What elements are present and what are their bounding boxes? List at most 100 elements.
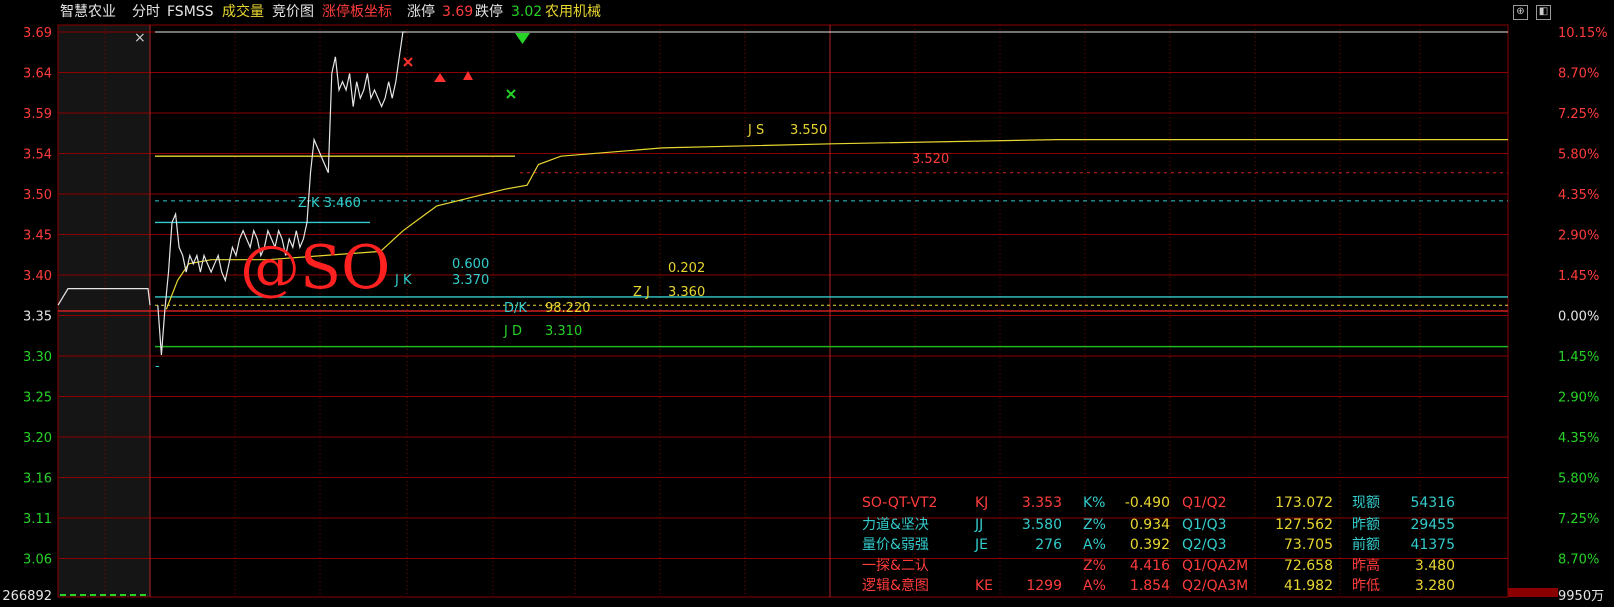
stats-cell: 173.072 [1275,495,1333,511]
stats-cell: KJ [975,495,988,511]
y-tick-left: 3.16 [23,472,52,487]
volume-bar [140,594,146,596]
y-tick-left: 3.45 [23,229,52,244]
stats-cell: 4.416 [1130,558,1170,574]
stats-cell: Q1/Q3 [1182,517,1227,533]
small-tick: - [155,359,160,374]
stats-cell: 72.658 [1284,558,1333,574]
stats-cell: 1299 [1026,578,1062,594]
y-tick-right: 0.00% [1558,310,1599,325]
restore-icon[interactable]: ⊕ [1513,5,1528,20]
y-tick-left: 3.35 [23,310,52,325]
limit-up-value: 3.69 [442,4,474,20]
stats-cell: 73.705 [1284,537,1333,553]
volume-strip [1508,588,1558,597]
green-marker-x [506,89,516,99]
stats-cell: 昨额 [1352,517,1380,533]
y-tick-left: 3.59 [23,107,52,122]
stats-cell: KE [975,578,993,594]
stats-cell: 量价&弱强 [862,537,929,553]
stats-cell: 前额 [1352,536,1380,553]
js-value: 3.550 [790,123,827,138]
y-tick-left: 3.54 [23,148,52,163]
stats-cell: 3.480 [1415,558,1455,574]
jd-label: J D [503,324,522,339]
y-tick-right: 8.70% [1558,67,1599,82]
y-tick-left: 3.30 [23,350,52,365]
stats-cell: 127.562 [1275,517,1333,533]
stats-cell: K% [1083,495,1105,511]
jk-value: 3.370 [452,273,489,288]
stats-cell: JJ [974,517,983,533]
buy-marker-triangle [434,73,446,82]
y-tick-right: 5.80% [1558,472,1599,487]
stats-cell: 逻辑&意图 [862,577,929,594]
level-3520-label: 3.520 [912,152,949,167]
limit-down-triangle [515,33,530,44]
stats-cell: A% [1083,537,1106,553]
sell-marker-x [403,57,413,67]
y-tick-right: 4.35% [1558,431,1599,446]
chart-header: 智慧农业 分时 FSMSS 成交量 竞价图 涨停板坐标 涨停 3.69 跌停 3… [0,0,1614,25]
zj-value: 3.360 [668,285,705,300]
stats-cell: 276 [1035,537,1062,553]
mode-label[interactable]: 分时 [132,0,160,25]
dk-label: D/K [504,301,527,316]
y-tick-right: 2.90% [1558,229,1599,244]
volume-axis-label: 266892 [2,589,52,604]
stats-cell: 1.854 [1130,578,1170,594]
stats-cell: 一探&二认 [862,558,929,574]
limit-up-label: 涨停 [407,4,435,20]
zj-top-value: 0.202 [668,261,705,276]
y-tick-right: 8.70% [1558,553,1599,568]
y-tick-right: 10.15% [1558,26,1608,41]
y-tick-left: 3.40 [23,269,52,284]
watermark-text: @SO [240,233,390,303]
y-tick-right: 7.25% [1558,107,1599,122]
stats-cell: 3.280 [1415,578,1455,594]
y-tick-left: 3.64 [23,67,52,82]
auction-label[interactable]: 竞价图 [272,0,314,25]
stock-name[interactable]: 智慧农业 [60,0,116,25]
stats-cell: 0.392 [1130,537,1170,553]
price-line [157,31,407,355]
y-tick-left: 3.06 [23,553,52,568]
intraday-chart[interactable]: 3.69 3.64 3.59 3.54 3.50 3.45 3.40 3.35 3.30 3.25… [0,0,1614,607]
stats-cell: 54316 [1410,495,1455,511]
maximize-icon[interactable]: ◧ [1536,5,1551,20]
stats-cell: SO-QT-VT2 [862,495,937,511]
sector-label[interactable]: 农用机械 [545,0,601,25]
stats-cell: JE [974,537,988,553]
y-tick-right: 7.25% [1558,512,1599,527]
jd-value: 3.310 [545,324,582,339]
y-tick-left: 3.69 [23,26,52,41]
volume-bar [100,594,106,596]
volume-bar [70,594,76,596]
volume-bar [130,594,136,596]
volume-bar [90,594,96,596]
indicator-label[interactable]: FSMSS [167,0,214,25]
js-label: J S [747,123,764,138]
stats-cell: -0.490 [1125,495,1170,511]
stats-cell: Q1/QA2M [1182,558,1248,574]
volume-label[interactable]: 成交量 [222,0,264,25]
stats-cell: 昨低 [1352,578,1380,594]
stats-cell: 现额 [1352,495,1380,511]
volume-axis-right: 9950万 [1558,589,1604,604]
y-tick-right: 5.80% [1558,148,1599,163]
stats-cell: 29455 [1410,517,1455,533]
volume-bar [80,594,86,596]
y-tick-left: 3.20 [23,431,52,446]
close-icon[interactable]: × [134,30,146,46]
stats-cell: 41.982 [1284,578,1333,594]
stats-cell: 41375 [1410,537,1455,553]
y-tick-right: 1.45% [1558,269,1599,284]
stats-cell: 0.934 [1130,517,1170,533]
stats-cell: 3.353 [1022,495,1062,511]
limit-down-value: 3.02 [511,4,543,20]
limit-board-label[interactable]: 涨停板坐标 [322,0,392,25]
zj-label: Z J [633,285,650,300]
y-tick-right: 4.35% [1558,188,1599,203]
volume-bar [110,594,116,596]
zk-label: Z K 3.460 [298,196,361,211]
